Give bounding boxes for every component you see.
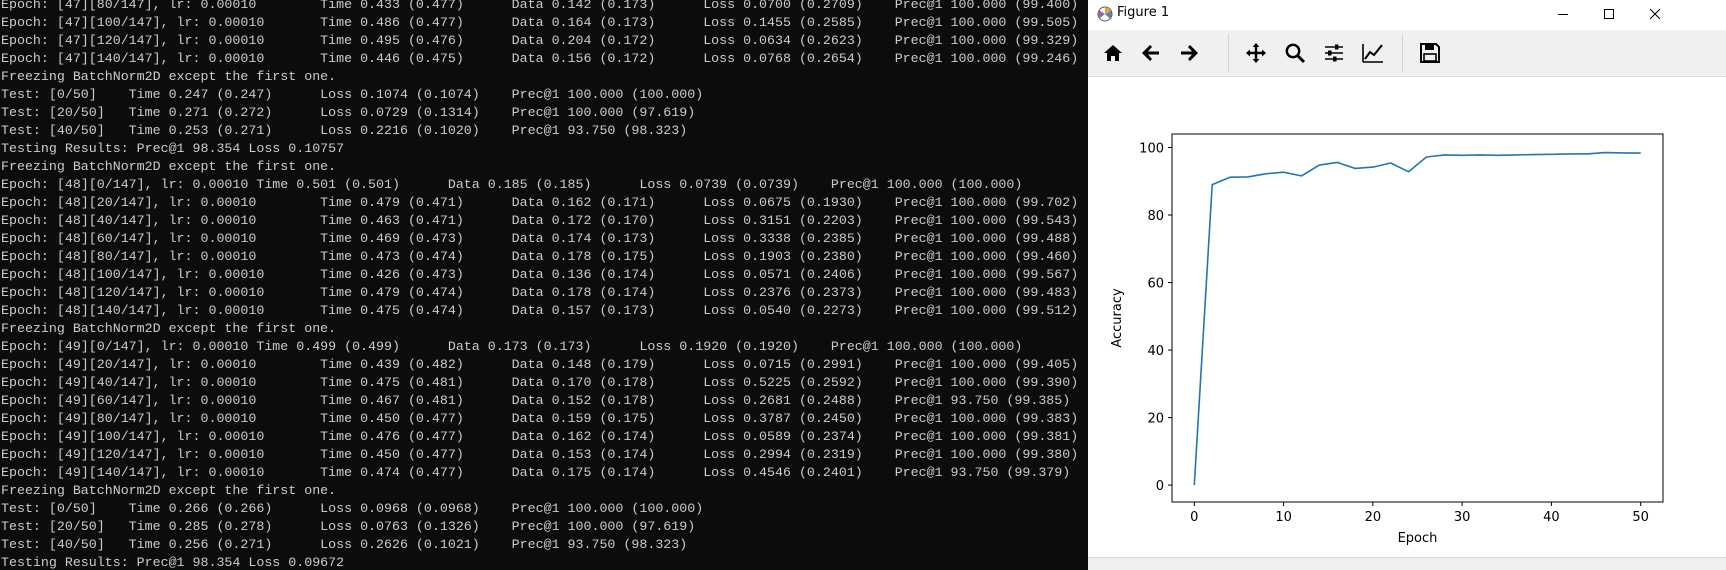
x-tick-label: 20 [1365,510,1382,525]
terminal-line: Epoch: [48][80/147], lr: 0.00010 Time 0.… [1,249,1079,264]
status-bar [1088,557,1726,570]
terminal-line: Test: [0/50] Time 0.247 (0.247) Loss 0.1… [1,87,704,102]
y-tick-label: 60 [1147,277,1164,292]
navigation-toolbar [1088,30,1726,77]
terminal-line: Testing Results: Prec@1 98.354 Loss 0.09… [1,555,345,569]
title-bar: Figure 1 [1088,0,1726,28]
terminal-line: Freezing BatchNorm2D except the first on… [1,159,337,174]
y-tick-label: 0 [1156,479,1164,494]
terminal-line: Epoch: [47][100/147], lr: 0.00010 Time 0… [1,15,1079,30]
edit-axis-icon [1362,44,1383,63]
y-tick-label: 100 [1139,142,1164,157]
terminal-line: Epoch: [49][100/147], lr: 0.00010 Time 0… [1,429,1079,444]
terminal-line: Epoch: [47][120/147], lr: 0.00010 Time 0… [1,33,1079,48]
terminal-line: Epoch: [48][60/147], lr: 0.00010 Time 0.… [1,231,1079,246]
terminal-line: Epoch: [48][40/147], lr: 0.00010 Time 0.… [1,213,1079,228]
y-tick-label: 40 [1147,344,1164,359]
terminal-line: Epoch: [49][80/147], lr: 0.00010 Time 0.… [1,411,1079,426]
pan-button[interactable] [1241,38,1271,68]
close-button[interactable] [1632,0,1678,28]
terminal-line: Test: [40/50] Time 0.253 (0.271) Loss 0.… [1,123,688,138]
terminal-line: Epoch: [49][140/147], lr: 0.00010 Time 0… [1,465,1071,480]
terminal-line: Epoch: [49][120/147], lr: 0.00010 Time 0… [1,447,1079,462]
accuracy-series-line [1193,151,1641,486]
terminal-line: Freezing BatchNorm2D except the first on… [1,321,337,336]
terminal-line: Epoch: [48][120/147], lr: 0.00010 Time 0… [1,285,1079,300]
plot-canvas[interactable]: 0 10 20 30 40 50 0 20 40 60 80 100 Epoch Accuracy [1088,77,1726,557]
accuracy-line-chart: 0 10 20 30 40 50 0 20 40 60 80 100 Epoch Accuracy [1110,133,1664,546]
pan-icon [1246,43,1266,63]
x-tick-label: 0 [1190,510,1198,525]
y-tick-label: 20 [1147,412,1164,427]
forward-arrow-icon [1181,45,1198,61]
configure-subplots-button[interactable] [1319,38,1349,68]
terminal-line: Epoch: [48][20/147], lr: 0.00010 Time 0.… [1,195,1079,210]
maximize-button[interactable] [1586,0,1632,28]
forward-button[interactable] [1174,38,1204,68]
terminal-line: Testing Results: Prec@1 98.354 Loss 0.10… [1,141,345,156]
close-icon [1649,8,1661,20]
save-button[interactable] [1415,38,1445,68]
x-axis-label: Epoch [1398,531,1438,546]
minimize-button[interactable] [1540,0,1586,28]
maximize-icon [1604,9,1614,19]
terminal-line: Test: [20/50] Time 0.271 (0.272) Loss 0.… [1,105,696,120]
x-tick-label: 30 [1454,510,1471,525]
axes-frame [1171,133,1664,503]
x-tick-label: 40 [1543,510,1560,525]
figure-window: Figure 1 0 10 20 30 40 50 0 20 40 60 80 … [1088,0,1726,570]
terminal-line: Epoch: [49][0/147], lr: 0.00010 Time 0.4… [1,339,1023,354]
terminal-line: Test: [20/50] Time 0.285 (0.278) Loss 0.… [1,519,696,534]
terminal-window[interactable]: Epoch: [47][80/147], lr: 0.00010 Time 0.… [0,0,1088,569]
terminal-line: Epoch: [48][100/147], lr: 0.00010 Time 0… [1,267,1079,282]
terminal-line: Freezing BatchNorm2D except the first on… [1,69,337,84]
x-tick-label: 10 [1275,510,1292,525]
y-tick-label: 80 [1147,209,1164,224]
terminal-line: Epoch: [47][140/147], lr: 0.00010 Time 0… [1,51,1079,66]
terminal-line: Test: [0/50] Time 0.266 (0.266) Loss 0.0… [1,501,704,516]
minimize-icon [1558,14,1568,15]
terminal-line: Epoch: [49][60/147], lr: 0.00010 Time 0.… [1,393,1071,408]
toolbar-separator [1228,34,1229,72]
home-icon [1104,45,1122,61]
save-icon [1420,43,1440,63]
terminal-line: Epoch: [48][140/147], lr: 0.00010 Time 0… [1,303,1079,318]
terminal-line: Epoch: [49][40/147], lr: 0.00010 Time 0.… [1,375,1079,390]
window-title: Figure 1 [1117,5,1170,20]
terminal-line: Freezing BatchNorm2D except the first on… [1,483,337,498]
home-button[interactable] [1098,38,1128,68]
terminal-line: Epoch: [47][80/147], lr: 0.00010 Time 0.… [1,0,1079,12]
back-button[interactable] [1136,38,1166,68]
terminal-line: Epoch: [49][20/147], lr: 0.00010 Time 0.… [1,357,1079,372]
back-arrow-icon [1142,45,1159,61]
matplotlib-app-icon [1097,6,1113,22]
edit-axis-button[interactable] [1358,38,1388,68]
configure-subplots-icon [1325,44,1343,62]
y-axis-label: Accuracy [1110,288,1125,348]
zoom-button[interactable] [1280,38,1310,68]
toolbar-separator [1402,34,1403,72]
terminal-line: Test: [40/50] Time 0.256 (0.271) Loss 0.… [1,537,688,552]
zoom-icon [1285,43,1306,64]
x-tick-label: 50 [1632,510,1649,525]
terminal-line: Epoch: [48][0/147], lr: 0.00010 Time 0.5… [1,177,1023,192]
